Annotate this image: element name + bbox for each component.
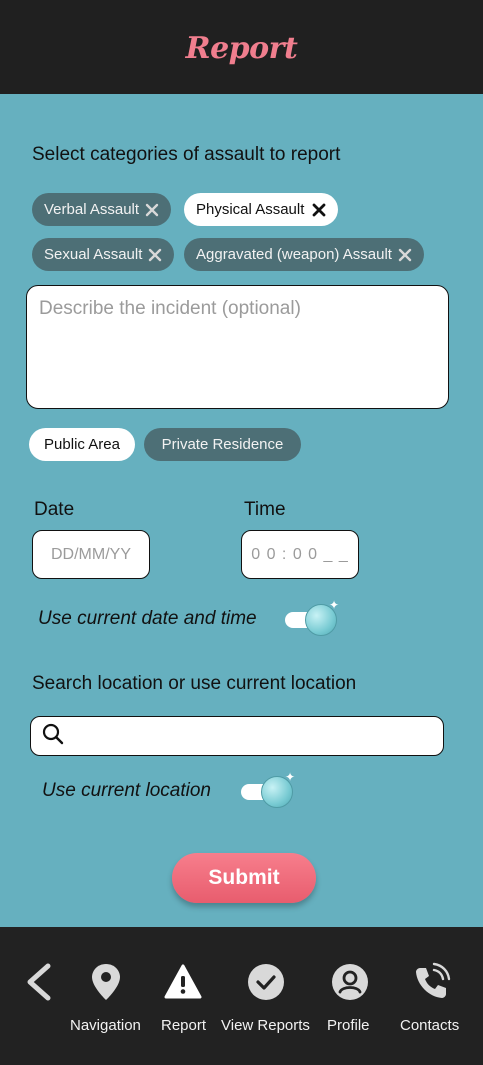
nav-view-reports[interactable]: View Reports [221,1017,310,1034]
chip-label: Sexual Assault [44,246,143,263]
date-input[interactable]: DD/MM/YY [32,530,150,579]
public-area-option[interactable]: Public Area [29,428,135,461]
check-circle-icon[interactable] [244,960,288,1004]
description-placeholder: Describe the incident (optional) [39,298,301,319]
time-input[interactable]: 0 0 : 0 0 _ _ [241,530,359,579]
remove-icon[interactable] [148,248,162,262]
nav-report[interactable]: Report [161,1017,206,1034]
report-form: Select categories of assault to report V… [0,94,483,927]
current-location-toggle[interactable]: ✦ [241,770,295,808]
date-placeholder: DD/MM/YY [51,545,131,563]
time-label: Time [244,499,286,520]
nav-profile[interactable]: Profile [327,1017,370,1034]
chip-label: Physical Assault [196,201,305,218]
nav-navigation[interactable]: Navigation [70,1017,141,1034]
incident-description-field[interactable]: Describe the incident (optional) [26,285,449,409]
back-chevron-icon[interactable] [17,960,61,1004]
location-title: Search location or use current location [32,673,357,694]
location-search-input[interactable] [30,716,444,756]
phone-icon[interactable] [409,960,453,1004]
chip-label: Aggravated (weapon) Assault [196,246,392,263]
chip-label: Verbal Assault [44,201,140,218]
current-location-label: Use current location [42,780,211,801]
nav-contacts[interactable]: Contacts [400,1017,459,1034]
date-label: Date [34,499,75,520]
sparkle-icon: ✦ [284,770,295,784]
bottom-nav: Navigation Report View Reports Profile C… [0,927,483,1065]
sparkle-icon: ✦ [328,598,339,612]
remove-icon[interactable] [398,248,412,262]
chip-verbal-assault[interactable]: Verbal Assault [32,193,172,226]
warning-icon[interactable] [161,960,205,1004]
current-datetime-toggle[interactable]: ✦ [285,598,339,636]
remove-icon[interactable] [145,203,159,217]
categories-title: Select categories of assault to report [32,144,341,165]
app-title: Report [185,30,298,66]
search-icon [41,722,65,751]
time-placeholder: 0 0 : 0 0 _ _ [251,545,349,563]
current-datetime-label: Use current date and time [38,608,257,629]
user-icon[interactable] [328,960,372,1004]
chip-sexual-assault[interactable]: Sexual Assault [32,238,175,271]
map-pin-icon[interactable] [84,960,128,1004]
chip-aggravated-assault[interactable]: Aggravated (weapon) Assault [184,238,424,271]
remove-icon[interactable] [312,203,326,217]
private-residence-option[interactable]: Private Residence [144,428,301,461]
app-header: Report [0,0,483,94]
chip-physical-assault[interactable]: Physical Assault [184,193,339,226]
submit-button[interactable]: Submit [172,853,316,903]
